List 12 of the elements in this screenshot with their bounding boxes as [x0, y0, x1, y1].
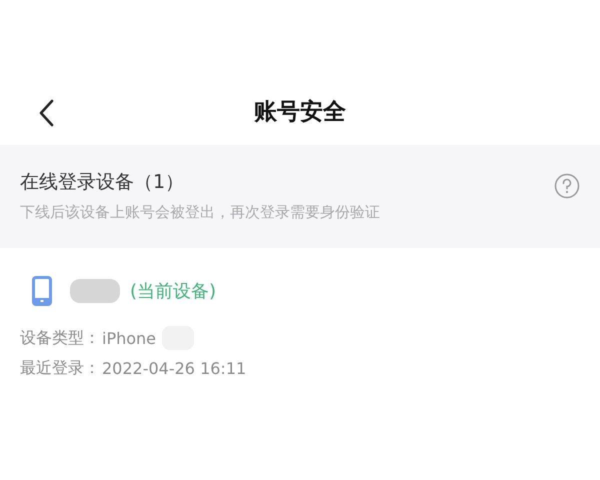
- device-type-label: 设备类型：: [20, 328, 100, 348]
- section-subtitle: 下线后该设备上账号会被登出，再次登录需要身份验证: [20, 203, 380, 222]
- help-icon[interactable]: [554, 173, 580, 199]
- last-login-time: 2022-04-26 16:11: [102, 359, 246, 378]
- section-title: 在线登录设备（1）: [20, 170, 186, 195]
- last-login-label: 最近登录：: [20, 358, 100, 379]
- current-device-label: (当前设备): [130, 280, 216, 303]
- phone-icon: [32, 276, 52, 306]
- page-title: 账号安全: [254, 98, 346, 127]
- device-type: iPhone: [102, 328, 156, 348]
- blurred-device-name: [70, 279, 120, 303]
- back-icon[interactable]: [38, 99, 54, 127]
